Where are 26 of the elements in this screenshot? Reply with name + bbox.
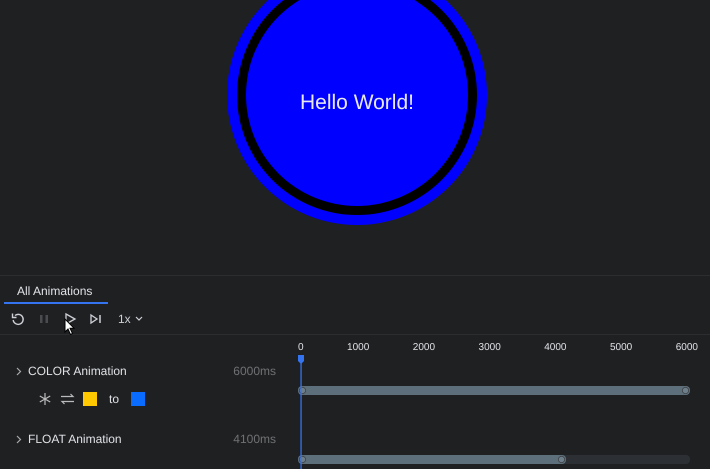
caret-icon	[134, 316, 143, 322]
snowflake-icon[interactable]	[38, 392, 52, 406]
chevron-icon	[16, 366, 22, 376]
swap-icon[interactable]	[60, 393, 75, 405]
ruler-label: 6000	[676, 342, 698, 352]
step-forward-icon	[89, 312, 103, 326]
hello-text: Hello World!	[300, 91, 414, 115]
to-label: to	[109, 392, 120, 406]
ruler-label: 2000	[412, 342, 436, 352]
duration-label: 6000ms	[233, 364, 276, 378]
ruler-label: 5000	[610, 342, 632, 352]
ruler-label: 1000	[347, 342, 370, 352]
pause-icon	[37, 312, 51, 326]
speed-dropdown[interactable]: 1x	[116, 310, 145, 328]
duration-label: 4100ms	[233, 432, 276, 446]
color-swatch[interactable]	[131, 392, 146, 406]
chevron-icon	[16, 434, 22, 444]
cursor-icon	[64, 318, 76, 336]
color-swatch[interactable]	[83, 392, 97, 406]
animation-toggle[interactable]: FLOAT Animation	[16, 432, 122, 446]
animation-toggle[interactable]: COLOR Animation	[16, 364, 127, 378]
ruler-label: 3000	[478, 342, 501, 352]
tab[interactable]: All Animations	[4, 276, 108, 304]
ruler-label: 0	[298, 342, 304, 352]
ruler-label: 4000	[544, 342, 566, 352]
replay-icon	[11, 312, 25, 326]
